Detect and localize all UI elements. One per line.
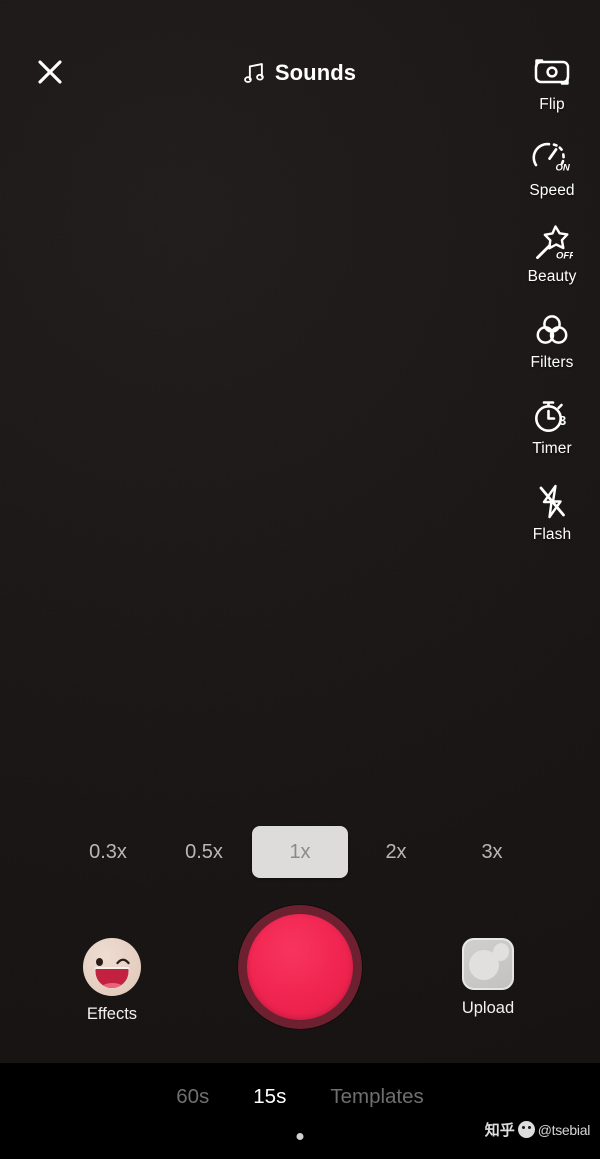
- speed-option-3x[interactable]: 3x: [444, 826, 540, 878]
- mode-tab-15s[interactable]: 15s: [253, 1085, 286, 1109]
- record-button[interactable]: [238, 905, 362, 1029]
- tool-timer-label: Timer: [532, 440, 572, 457]
- record-button-inner: [247, 914, 353, 1020]
- magic-wand-star-icon: OFF: [536, 225, 573, 262]
- tool-flip-label: Flip: [539, 96, 565, 113]
- speed-selector: 0.3x 0.5x 1x 2x 3x: [0, 826, 600, 878]
- speed-option-2x[interactable]: 2x: [348, 826, 444, 878]
- filters-icon-wrap: [532, 308, 572, 352]
- tool-speed-label: Speed: [529, 182, 575, 199]
- zhihu-logo-icon: [517, 1121, 535, 1138]
- beauty-icon-wrap: OFF: [531, 222, 573, 266]
- mode-tab-60s[interactable]: 60s: [176, 1085, 209, 1109]
- sounds-label: Sounds: [274, 60, 357, 85]
- tool-beauty[interactable]: OFF Beauty: [504, 222, 600, 308]
- tiktok-camera-screen: Sounds Flip ON Speed OF Beauty Filters 3…: [0, 0, 600, 1159]
- upload-label: Upload: [461, 999, 515, 1017]
- camera-flip-icon: [534, 59, 570, 85]
- camera-tool-rail: Flip ON Speed OFF: [504, 50, 600, 566]
- tool-timer[interactable]: 3 Timer: [504, 394, 600, 480]
- zhihu-watermark: 知乎 @tsebial: [485, 1119, 590, 1140]
- tool-filters[interactable]: Filters: [504, 308, 600, 394]
- speed-option-03x[interactable]: 0.3x: [60, 826, 156, 878]
- close-x-icon: [38, 60, 62, 84]
- effects-label: Effects: [86, 1005, 138, 1023]
- beauty-badge: OFF: [556, 251, 573, 262]
- watermark-user: @tsebial: [537, 1121, 591, 1138]
- mode-tab-templates[interactable]: Templates: [330, 1085, 423, 1109]
- close-button[interactable]: [28, 50, 72, 94]
- tool-flash[interactable]: Flash: [504, 480, 600, 566]
- tool-flip[interactable]: Flip: [504, 50, 600, 136]
- emoji-eye-open: [96, 958, 103, 966]
- timer-icon-wrap: 3: [531, 394, 573, 438]
- thumbnail-stem: [491, 941, 511, 963]
- capture-controls: Effects Upload: [0, 905, 600, 1040]
- emoji-mouth: [95, 969, 129, 988]
- sounds-button[interactable]: Sounds: [236, 56, 364, 90]
- flash-icon-wrap: [533, 480, 571, 524]
- tool-beauty-label: Beauty: [527, 268, 577, 285]
- speedometer-icon: ON: [532, 142, 571, 174]
- speed-badge: ON: [556, 163, 571, 174]
- flip-icon-wrap: [532, 50, 572, 94]
- tool-filters-label: Filters: [530, 354, 574, 371]
- timer-badge: 3: [559, 413, 566, 428]
- stopwatch-icon: 3: [535, 401, 566, 432]
- active-mode-dot: [296, 1133, 304, 1140]
- watermark-site: 知乎: [484, 1122, 515, 1139]
- tool-speed[interactable]: ON Speed: [504, 136, 600, 222]
- mode-tabs: 60s 15s Templates: [176, 1085, 424, 1109]
- speed-icon-wrap: ON: [531, 136, 573, 180]
- effects-button[interactable]: Effects: [57, 938, 167, 1024]
- winking-face-emoji-icon: [83, 938, 141, 996]
- emoji-eye-wink: [116, 958, 130, 965]
- photo-thumbnail-icon: [462, 938, 514, 990]
- mode-bar: 60s 15s Templates: [0, 1063, 600, 1159]
- tool-flash-label: Flash: [532, 526, 572, 543]
- upload-button[interactable]: Upload: [433, 938, 543, 1018]
- filters-circles-icon: [536, 315, 568, 344]
- speed-option-1x[interactable]: 1x: [252, 826, 348, 878]
- speed-option-05x[interactable]: 0.5x: [156, 826, 252, 878]
- flash-off-icon: [539, 484, 565, 519]
- music-note-icon: [244, 63, 264, 83]
